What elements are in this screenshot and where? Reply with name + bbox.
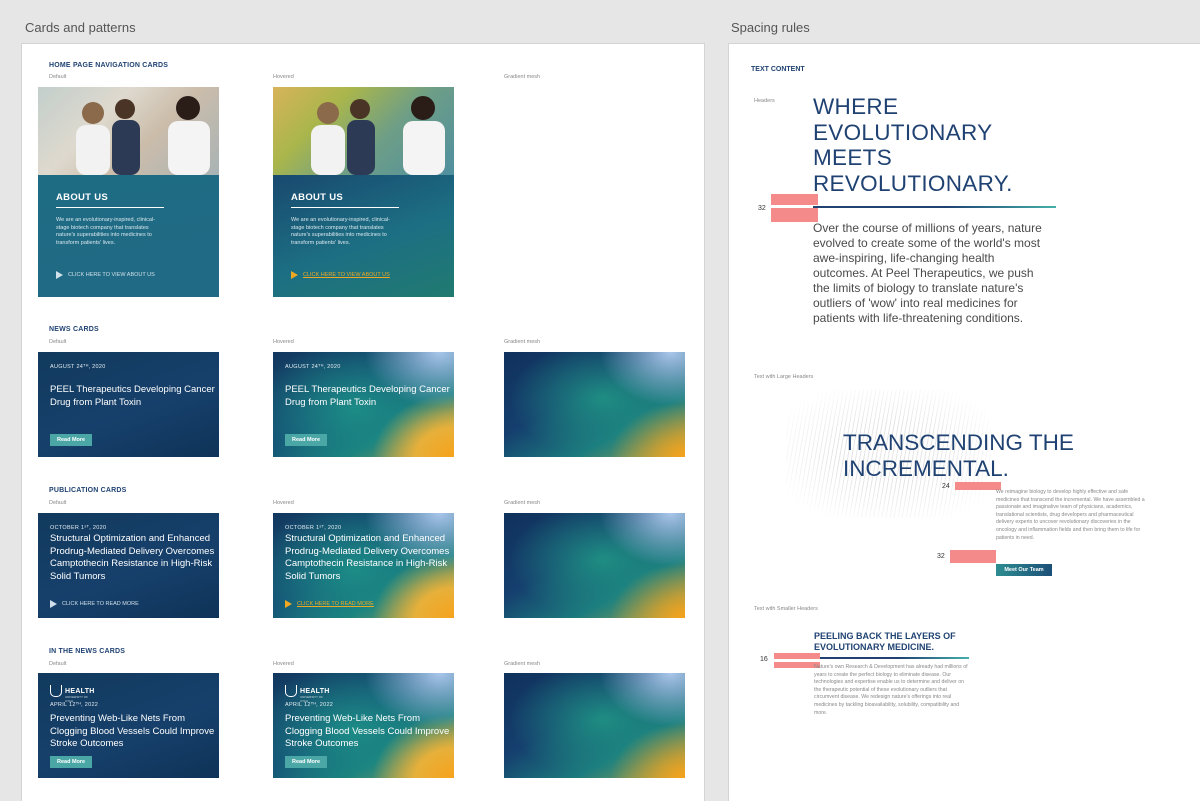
news-date: AUGUST 24ᵀᴴ, 2020 <box>285 364 341 370</box>
meet-our-team-button[interactable]: Meet Our Team <box>996 564 1052 576</box>
news-card-default[interactable]: AUGUST 24ᵀᴴ, 2020 PEEL Therapeutics Deve… <box>38 352 219 457</box>
section-heading-nav: HOME PAGE NAVIGATION CARDS <box>49 62 169 69</box>
caption-default: Default <box>49 500 67 506</box>
caption-mesh: Gradient mesh <box>504 339 541 345</box>
large-body-text: We reimagine biology to develop highly e… <box>996 489 1145 541</box>
nav-card-rule <box>291 207 399 208</box>
spacing-marker <box>955 482 1001 490</box>
inthenews-date: APRIL 12ᵀᴴ, 2022 <box>50 702 99 708</box>
publication-title: Structural Optimization and Enhanced Pro… <box>285 533 450 582</box>
smaller-body-text: Nature's own Research & Development has … <box>814 664 968 716</box>
play-icon <box>291 271 298 279</box>
read-more-button[interactable]: Read More <box>285 434 328 446</box>
main-headline: WHERE EVOLUTIONARY MEETS REVOLUTIONARY. <box>813 94 1013 196</box>
nav-card-title: ABOUT US <box>291 192 344 203</box>
team-photo-figures <box>311 96 445 175</box>
publication-cta[interactable]: CLICK HERE TO READ MORE <box>285 600 374 608</box>
publication-card-hovered[interactable]: OCTOBER 1ˢᵀ, 2020 Structural Optimizatio… <box>273 513 454 618</box>
logo-text: HEALTH <box>300 687 330 695</box>
play-icon <box>50 600 57 608</box>
caption-hovered: Hovered <box>273 74 294 80</box>
section-heading-news: NEWS CARDS <box>49 326 99 333</box>
news-title: PEEL Therapeutics Developing Cancer Drug… <box>285 384 450 408</box>
nav-card-title: ABOUT US <box>56 192 109 203</box>
large-headline: TRANSCENDING THE INCREMENTAL. <box>843 430 1074 481</box>
spacing-marker <box>771 208 818 222</box>
nav-card-hovered[interactable]: ABOUT US We are an evolutionary-inspired… <box>273 87 454 297</box>
play-icon <box>285 600 292 608</box>
uofu-health-logo: HEALTH UNIVERSITY OF UTAH <box>50 685 95 703</box>
news-title: PEEL Therapeutics Developing Cancer Drug… <box>50 384 215 408</box>
nav-card-body: We are an evolutionary-inspired, clinica… <box>291 217 390 246</box>
large-headers-label: Text with Large Headers <box>754 374 814 380</box>
inthenews-card-default[interactable]: HEALTH UNIVERSITY OF UTAH APRIL 12ᵀᴴ, 20… <box>38 673 219 778</box>
spacing-marker <box>771 194 818 205</box>
play-icon <box>56 271 63 279</box>
section-heading-publication: PUBLICATION CARDS <box>49 487 127 494</box>
inthenews-date: APRIL 12ᵀᴴ, 2022 <box>285 702 334 708</box>
team-photo <box>38 87 219 175</box>
caption-hovered: Hovered <box>273 661 294 667</box>
caption-default: Default <box>49 74 67 80</box>
spacing-value-32: 32 <box>758 205 766 212</box>
news-date: AUGUST 24ᵀᴴ, 2020 <box>50 364 106 370</box>
team-photo <box>273 87 454 175</box>
spacing-frame-label[interactable]: Spacing rules <box>731 20 810 35</box>
cards-frame-label[interactable]: Cards and patterns <box>25 20 136 35</box>
spacing-marker <box>950 550 996 563</box>
team-photo-figures <box>38 87 219 175</box>
caption-hovered: Hovered <box>273 500 294 506</box>
caption-mesh: Gradient mesh <box>504 74 541 80</box>
nav-card-default[interactable]: ABOUT US We are an evolutionary-inspired… <box>38 87 219 297</box>
publication-title: Structural Optimization and Enhanced Pro… <box>50 533 215 582</box>
read-more-button[interactable]: Read More <box>50 434 93 446</box>
section-heading-inthenews: IN THE NEWS CARDS <box>49 648 126 655</box>
spacing-value-32b: 32 <box>937 553 945 560</box>
smaller-headline-rule <box>814 657 969 659</box>
text-content-heading: TEXT CONTENT <box>751 66 805 73</box>
publication-cta-label: CLICK HERE TO READ MORE <box>297 601 374 607</box>
nav-card-cta-label: CLICK HERE TO VIEW ABOUT US <box>68 272 155 278</box>
caption-mesh: Gradient mesh <box>504 500 541 506</box>
caption-default: Default <box>49 661 67 667</box>
u-logo-icon <box>50 685 62 697</box>
nav-panel: ABOUT US We are an evolutionary-inspired… <box>273 175 454 297</box>
nav-card-cta-label: CLICK HERE TO VIEW ABOUT US <box>303 272 390 278</box>
caption-hovered: Hovered <box>273 339 294 345</box>
u-logo-icon <box>285 685 297 697</box>
smaller-headers-label: Text with Smaller Headers <box>754 606 818 612</box>
intro-paragraph: Over the course of millions of years, na… <box>813 221 1042 325</box>
read-more-button[interactable]: Read More <box>285 756 328 768</box>
caption-mesh: Gradient mesh <box>504 661 541 667</box>
caption-default: Default <box>49 339 67 345</box>
inthenews-title: Preventing Web-Like Nets From Clogging B… <box>285 713 450 749</box>
smaller-headline: PEELING BACK THE LAYERS OF EVOLUTIONARY … <box>814 631 956 652</box>
publication-card-default[interactable]: OCTOBER 1ˢᵀ, 2020 Structural Optimizatio… <box>38 513 219 618</box>
logo-text: HEALTH <box>65 687 95 695</box>
inthenews-title: Preventing Web-Like Nets From Clogging B… <box>50 713 215 749</box>
publication-cta[interactable]: CLICK HERE TO READ MORE <box>50 600 139 608</box>
news-card-hovered[interactable]: AUGUST 24ᵀᴴ, 2020 PEEL Therapeutics Deve… <box>273 352 454 457</box>
read-more-button[interactable]: Read More <box>50 756 93 768</box>
spacing-value-16: 16 <box>760 656 768 663</box>
publication-gradient-mesh <box>504 513 685 618</box>
uofu-health-logo: HEALTH UNIVERSITY OF UTAH <box>285 685 330 703</box>
publication-date: OCTOBER 1ˢᵀ, 2020 <box>50 525 107 531</box>
publication-cta-label: CLICK HERE TO READ MORE <box>62 601 139 607</box>
publication-date: OCTOBER 1ˢᵀ, 2020 <box>285 525 342 531</box>
inthenews-gradient-mesh <box>504 673 685 778</box>
nav-card-rule <box>56 207 164 208</box>
nav-card-body: We are an evolutionary-inspired, clinica… <box>56 217 155 246</box>
nav-panel: ABOUT US We are an evolutionary-inspired… <box>38 175 219 297</box>
nav-card-cta[interactable]: CLICK HERE TO VIEW ABOUT US <box>291 271 390 279</box>
spacing-value-24: 24 <box>942 483 950 490</box>
nav-card-cta[interactable]: CLICK HERE TO VIEW ABOUT US <box>56 271 155 279</box>
spacing-marker <box>774 653 820 659</box>
headline-rule <box>813 206 1056 208</box>
headers-label: Headers <box>754 98 775 104</box>
inthenews-card-hovered[interactable]: HEALTH UNIVERSITY OF UTAH APRIL 12ᵀᴴ, 20… <box>273 673 454 778</box>
news-gradient-mesh <box>504 352 685 457</box>
